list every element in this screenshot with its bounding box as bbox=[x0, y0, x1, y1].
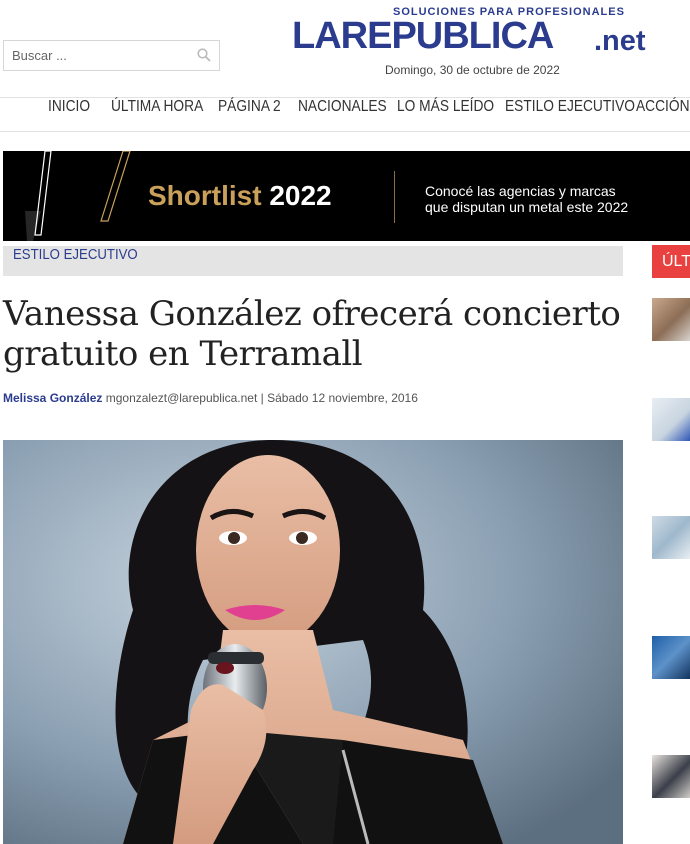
site-logo[interactable]: SOLUCIONES PARA PROFESIONALES LAREPUBLIC… bbox=[292, 6, 664, 58]
search-box bbox=[3, 40, 220, 71]
sidebar-thumbnail-5[interactable] bbox=[652, 755, 690, 798]
sidebar-thumbnail-1[interactable] bbox=[652, 298, 690, 341]
byline-meta: mgonzalezt@larepublica.net | Sábado 12 n… bbox=[105, 391, 418, 405]
nav-item-inicio[interactable]: INICIO bbox=[48, 98, 90, 131]
nav-item-ultima-hora[interactable]: ÚLTIMA HORA bbox=[111, 98, 203, 131]
ad-divider bbox=[394, 171, 395, 223]
author-link[interactable]: Melissa González bbox=[3, 391, 102, 405]
ad-text-line-1: Conocé las agencias y marcas bbox=[425, 183, 616, 199]
byline: Melissa González mgonzalezt@larepublica.… bbox=[3, 391, 418, 405]
nav-item-accion[interactable]: ACCIÓN bbox=[636, 98, 690, 131]
main-nav: INICIO ÚLTIMA HORA PÁGINA 2 NACIONALES L… bbox=[0, 97, 690, 132]
header-date: Domingo, 30 de octubre de 2022 bbox=[385, 63, 560, 77]
ad-title-text: Shortlist bbox=[148, 180, 262, 211]
article-title: Vanessa González ofrecerá concierto grat… bbox=[3, 294, 621, 374]
ad-title: Shortlist 2022 bbox=[148, 180, 332, 212]
nav-item-nacionales[interactable]: NACIONALES bbox=[298, 98, 387, 131]
sidebar-thumbnail-2[interactable] bbox=[652, 398, 690, 441]
ad-year: 2022 bbox=[269, 180, 332, 211]
nav-item-estilo-ejecutivo[interactable]: ESTILO EJECUTIVO bbox=[505, 98, 635, 131]
search-icon[interactable] bbox=[197, 48, 211, 62]
ad-banner[interactable]: Shortlist 2022 Conocé las agencias y mar… bbox=[3, 151, 690, 241]
nav-item-lo-mas-leido[interactable]: LO MÁS LEÍDO bbox=[397, 98, 494, 131]
ad-decoration bbox=[25, 151, 131, 241]
category-bar: ESTILO EJECUTIVO bbox=[3, 246, 623, 276]
ad-text: Conocé las agencias y marcas que disputa… bbox=[425, 183, 685, 215]
category-link[interactable]: ESTILO EJECUTIVO bbox=[13, 246, 138, 263]
nav-item-pagina-2[interactable]: PÁGINA 2 bbox=[218, 98, 281, 131]
ad-text-line-2: que disputan un metal este 2022 bbox=[425, 199, 629, 215]
logo-tld: .net bbox=[594, 25, 646, 57]
sidebar-tab-ultima-hora[interactable]: ÚLTIMA HORA bbox=[652, 245, 690, 278]
logo-wordmark: LAREPUBLICA bbox=[292, 15, 554, 57]
sidebar-thumbnail-4[interactable] bbox=[652, 636, 690, 679]
sidebar-thumbnail-3[interactable] bbox=[652, 516, 690, 559]
article-hero-image bbox=[3, 440, 623, 844]
search-input[interactable] bbox=[4, 41, 200, 70]
